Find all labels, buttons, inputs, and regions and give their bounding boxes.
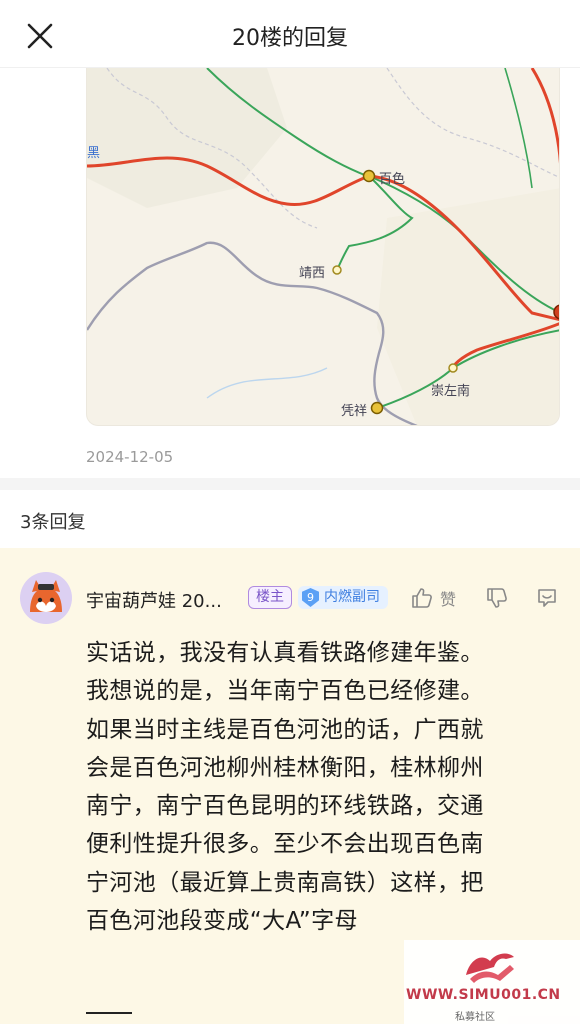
watermark-logo-icon (466, 953, 514, 983)
fox-avatar-icon (20, 572, 72, 624)
reply-line: 我想说的是，当年南宁百色已经修建。 (86, 678, 484, 705)
reply-line: 便利性提升很多。至少不会出现百色南 (86, 831, 484, 858)
section-divider (0, 478, 580, 490)
map-label-jingxi: 靖西 (299, 266, 326, 281)
avatar[interactable] (20, 572, 72, 624)
page-title: 20楼的回复 (232, 26, 348, 51)
map-label-chongzuonan: 崇左南 (431, 384, 471, 399)
like-button[interactable]: 赞 (410, 586, 456, 610)
level-title: 内燃副司 (324, 589, 380, 605)
owner-badge: 楼主 (248, 586, 292, 609)
thumbs-down-icon (487, 588, 507, 608)
comment-icon (538, 589, 556, 607)
comment-button[interactable] (535, 586, 559, 610)
level-shield-icon: 9 (302, 588, 319, 607)
map-label-baise: 百色 (379, 172, 406, 187)
map-label-pingxiang: 凭祥 (341, 404, 368, 419)
top-bar: 20楼的回复 (0, 0, 580, 68)
text-dash (86, 1012, 132, 1014)
reply-line: 会是百色河池柳州桂林衡阳，桂林柳州 (86, 754, 484, 781)
post-map-image[interactable]: 百色 靖西 崇左南 凭祥 黑 (86, 68, 560, 426)
like-label: 赞 (440, 590, 457, 609)
dislike-button[interactable] (485, 586, 509, 610)
reply-content: 实话说，我没有认真看铁路修建年鉴。 我想说的是，当年南宁百色已经修建。 如果当时… (86, 634, 554, 940)
railway-map (87, 68, 559, 425)
reply-line: 如果当时主线是百色河池的话，广西就 (86, 716, 484, 743)
post-date: 2024-12-05 (86, 448, 174, 466)
reply-line: 百色河池段变成“大A”字母 (86, 908, 358, 935)
reply-count: 3条回复 (20, 512, 86, 533)
thumbs-up-icon (412, 588, 432, 608)
watermark-subtitle: 私募社区 (455, 1012, 495, 1023)
reply-line: 宁河池（最近算上贵南高铁）这样，把 (86, 869, 484, 896)
watermark-site: WWW.SIMU001.CN (406, 987, 561, 1003)
reply-username[interactable]: 宇宙葫芦娃 20... (86, 587, 222, 613)
level-badge: 9 内燃副司 (298, 586, 388, 609)
reply-line: 实话说，我没有认真看铁路修建年鉴。 (86, 640, 484, 666)
reply-line: 南宁，南宁百色昆明的环线铁路，交通 (86, 793, 484, 820)
map-label-edge: 黑 (87, 146, 101, 161)
